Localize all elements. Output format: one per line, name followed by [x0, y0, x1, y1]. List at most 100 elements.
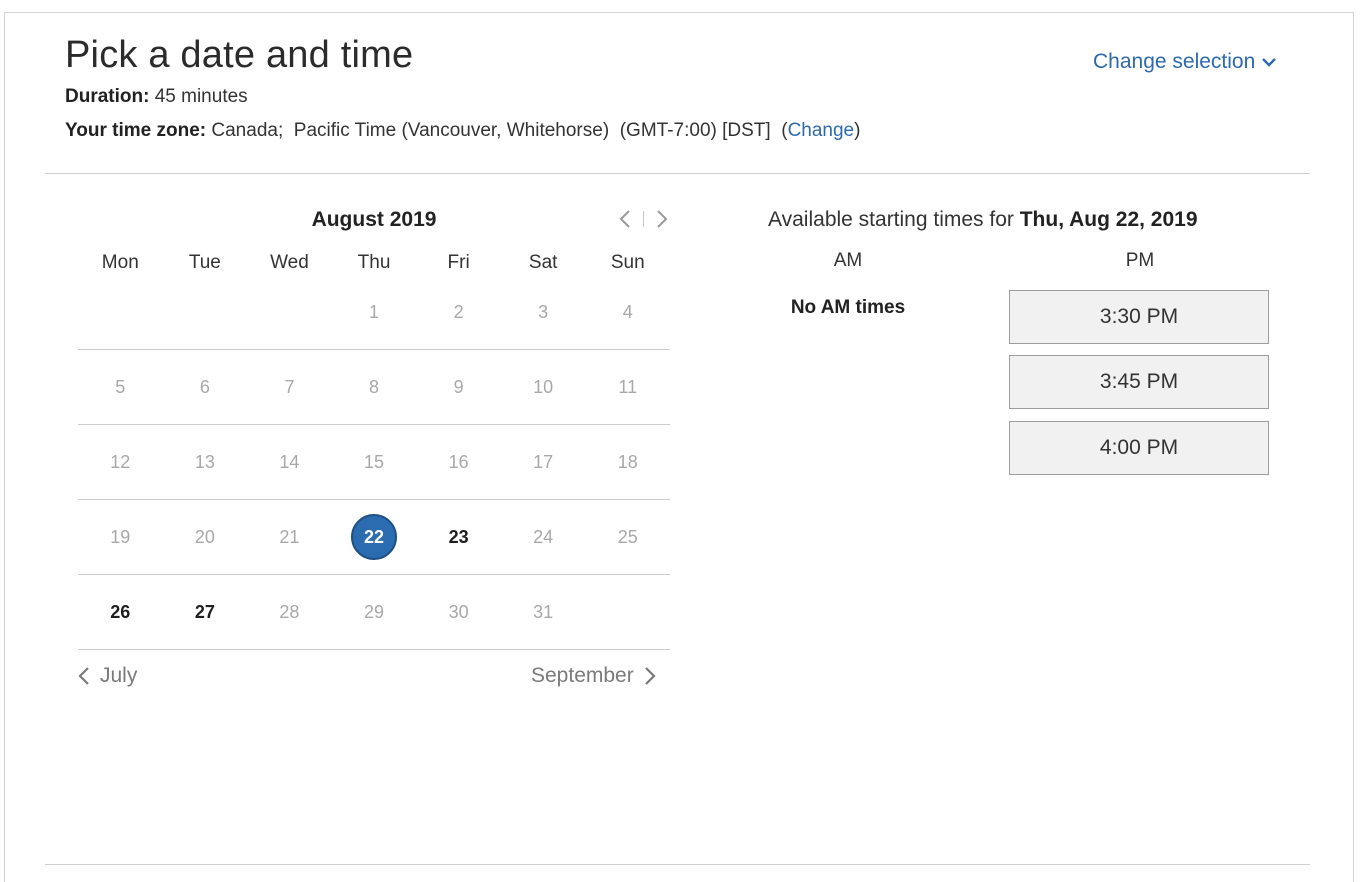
weekday-label: Sat — [528, 252, 558, 273]
calendar-day-number: 29 — [364, 601, 385, 622]
calendar-day-empty — [585, 575, 670, 649]
calendar-day-number: 27 — [194, 601, 215, 622]
calendar-day-number: 2 — [453, 301, 464, 322]
calendar-day-selected[interactable]: 22 — [332, 500, 417, 574]
calendar-day-number: 21 — [279, 526, 300, 547]
calendar-day[interactable]: 23 — [416, 500, 501, 574]
calendar-week-row: 26 27 28 29 30 31 — [78, 575, 670, 650]
no-am-times: No AM times — [790, 297, 906, 318]
weekday-label: Sun — [610, 252, 645, 273]
calendar-day-number: 13 — [194, 451, 215, 472]
calendar-day: 20 — [163, 500, 248, 574]
timezone-change-link[interactable]: Change — [788, 120, 855, 141]
calendar-day[interactable]: 26 — [78, 575, 163, 649]
calendar-day: 15 — [332, 425, 417, 499]
time-slot-button[interactable]: 3:45 PM — [1009, 355, 1269, 409]
calendar-day-number: 16 — [448, 451, 469, 472]
weekday-label: Wed — [270, 252, 309, 273]
calendar-day-number: 24 — [533, 526, 554, 547]
change-selection-label: Change selection — [1093, 50, 1256, 73]
calendar-day: 18 — [585, 425, 670, 499]
times-heading: Available starting times for Thu, Aug 22… — [768, 208, 1198, 232]
times-heading-date: Thu, Aug 22, 2019 — [1019, 208, 1198, 231]
calendar-day-number: 8 — [369, 376, 380, 397]
calendar-day-number: 26 — [110, 601, 131, 622]
timezone-value: Canada; Pacific Time (Vancouver, Whiteho… — [211, 120, 788, 141]
times-heading-prefix: Available starting times for — [768, 208, 1020, 231]
calendar-day: 30 — [416, 575, 501, 649]
next-month-link[interactable]: September — [531, 664, 656, 688]
calendar-day-number: 20 — [194, 526, 215, 547]
next-month-button[interactable] — [653, 207, 671, 231]
pm-column-label: PM — [1125, 250, 1155, 271]
nav-separator — [643, 211, 644, 227]
header-divider — [45, 173, 1310, 174]
calendar-day-number: 3 — [538, 301, 549, 322]
prev-month-button[interactable] — [616, 207, 634, 231]
calendar-day: 2 — [416, 275, 501, 349]
calendar-day-number: 15 — [364, 451, 385, 472]
duration-value: 45 minutes — [154, 86, 248, 107]
calendar-week-row: 12 13 14 15 16 17 18 — [78, 425, 670, 500]
calendar-day: 7 — [247, 350, 332, 424]
calendar-day-empty — [247, 275, 332, 349]
calendar-day-number: 5 — [115, 376, 126, 397]
calendar-day-number: 10 — [533, 376, 554, 397]
calendar-day-empty — [78, 275, 163, 349]
calendar-day-number: 6 — [199, 376, 210, 397]
calendar-day-number: 12 — [110, 451, 131, 472]
calendar-day: 10 — [501, 350, 586, 424]
calendar-day: 5 — [78, 350, 163, 424]
calendar-day: 29 — [332, 575, 417, 649]
calendar-day: 25 — [585, 500, 670, 574]
calendar-day-number: 11 — [618, 376, 638, 397]
calendar-day-number: 25 — [617, 526, 638, 547]
calendar-day-number: 4 — [622, 301, 633, 322]
weekday-label: Thu — [357, 252, 391, 273]
duration-line: Duration: 45 minutes — [65, 86, 248, 108]
calendar-day: 1 — [332, 275, 417, 349]
chevron-left-icon — [78, 667, 89, 685]
chevron-down-icon — [1262, 58, 1277, 67]
calendar-day-number: 28 — [279, 601, 300, 622]
am-column-label: AM — [833, 250, 863, 271]
calendar-day: 21 — [247, 500, 332, 574]
prev-month-link[interactable]: July — [78, 664, 137, 688]
footer-divider — [45, 864, 1310, 865]
chevron-right-icon — [644, 667, 656, 685]
chevron-right-icon — [657, 210, 668, 228]
time-slot-button[interactable]: 4:00 PM — [1009, 421, 1269, 475]
chevron-left-icon — [619, 210, 630, 228]
calendar-week-row: 19 20 21 22 23 24 25 — [78, 500, 670, 575]
calendar-day: 8 — [332, 350, 417, 424]
calendar-day-number: 19 — [110, 526, 131, 547]
weekday-label: Fri — [447, 252, 470, 273]
calendar-day-number: 18 — [617, 451, 638, 472]
calendar-day: 4 — [585, 275, 670, 349]
calendar-month-nav — [616, 206, 671, 232]
calendar-day-number: 31 — [533, 601, 554, 622]
calendar-day: 11 — [585, 350, 670, 424]
calendar-day: 3 — [501, 275, 586, 349]
calendar-day-number: 9 — [453, 376, 464, 397]
calendar-day: 9 — [416, 350, 501, 424]
timezone-label: Your time zone: — [65, 120, 207, 141]
timezone-close-paren: ) — [854, 120, 861, 141]
calendar-day: 19 — [78, 500, 163, 574]
prev-month-label: July — [100, 664, 138, 687]
calendar-day: 6 — [163, 350, 248, 424]
duration-label: Duration: — [65, 86, 150, 107]
weekday-label: Mon — [101, 252, 139, 273]
page-title: Pick a date and time — [65, 34, 414, 76]
calendar-week-row: 5 6 7 8 9 10 11 — [78, 350, 670, 425]
calendar-day: 16 — [416, 425, 501, 499]
calendar-day-number: 14 — [279, 451, 300, 472]
calendar-day[interactable]: 27 — [163, 575, 248, 649]
change-selection-button[interactable]: Change selection — [1093, 50, 1277, 74]
time-slot-button[interactable]: 3:30 PM — [1009, 290, 1269, 344]
calendar-day-number: 22 — [351, 514, 398, 560]
next-month-label: September — [531, 664, 634, 687]
weekday-header: Mon Tue Wed Thu Fri Sat Sun — [78, 252, 670, 274]
calendar-day: 31 — [501, 575, 586, 649]
calendar-day-number: 30 — [448, 601, 469, 622]
